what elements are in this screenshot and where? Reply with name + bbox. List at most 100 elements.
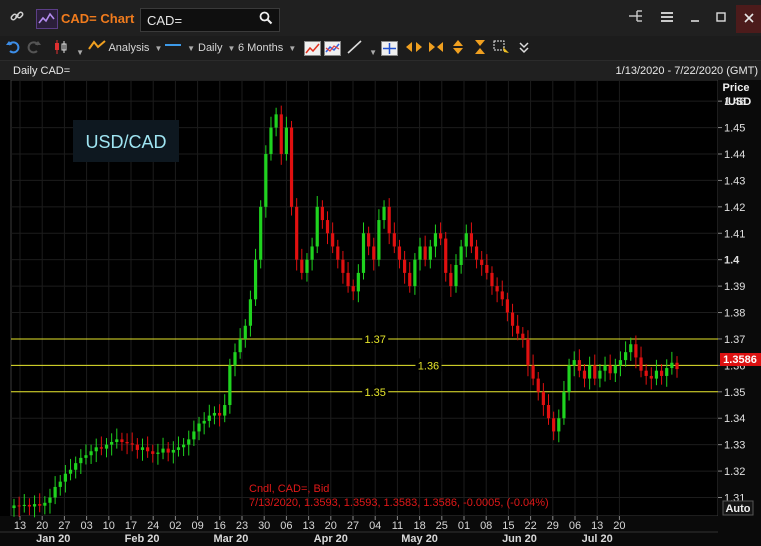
candle-body (392, 233, 396, 247)
x-tick-label: 22 (524, 520, 536, 532)
x-tick-label: 20 (36, 520, 48, 532)
close-icon[interactable] (736, 5, 761, 33)
price-chart[interactable]: 1.371.361.35 1.311.321.331.341.351.361.3… (0, 80, 761, 546)
candle-body (644, 370, 648, 376)
candle-body (259, 206, 263, 260)
range-select[interactable]: 6 Months ▼ (238, 39, 296, 57)
candle-body (253, 259, 258, 300)
y-tick-label: 1.43 (724, 175, 745, 187)
redo-icon[interactable] (26, 39, 42, 57)
x-tick-label: 18 (413, 520, 425, 532)
candle-body (12, 505, 16, 509)
undo-icon[interactable] (5, 39, 21, 57)
candle-body (387, 206, 391, 234)
candle-body (490, 272, 494, 287)
candle-body (115, 439, 119, 443)
candle-body (536, 378, 540, 392)
fit-horizontal-icon[interactable] (427, 39, 445, 57)
candle-body (315, 206, 319, 247)
candle-body (274, 114, 278, 128)
candle-body (603, 365, 607, 371)
y-tick-label: 1.35 (724, 387, 745, 399)
chart-instrument-label: Daily CAD= (13, 65, 71, 77)
interval-select[interactable]: Daily ▼ (198, 39, 235, 57)
candle-body (346, 272, 350, 287)
candle-body (341, 259, 345, 273)
y-tick-label: 1.33 (724, 440, 745, 452)
candle-body (74, 463, 78, 470)
chain-link-icon[interactable] (8, 8, 26, 28)
candle-body (135, 444, 139, 450)
candle-body (598, 370, 602, 379)
x-tick-label: 04 (369, 520, 381, 532)
candle-body (408, 272, 412, 287)
candle-body (397, 246, 402, 260)
candle-body (418, 246, 422, 260)
candle-body (351, 286, 355, 292)
x-tick-label: 29 (547, 520, 559, 532)
month-label: Mar 20 (213, 533, 248, 545)
candle-body (469, 233, 474, 247)
zoom-select-icon[interactable] (493, 39, 511, 57)
candle-body (665, 368, 669, 376)
candle-body (207, 415, 211, 421)
candle-body (336, 246, 340, 260)
x-tick-label: 13 (302, 520, 314, 532)
chart-date-range: 1/13/2020 - 7/22/2020 (GMT) (615, 65, 758, 77)
legend-series-label: Cndl, CAD=, Bid (249, 483, 329, 495)
line-style-menu[interactable]: ▼ (164, 39, 195, 57)
more-tools-icon[interactable] (518, 39, 530, 57)
candle-body (192, 431, 196, 440)
candle-body (331, 233, 335, 247)
x-tick-label: 13 (591, 520, 603, 532)
line-chart-icon[interactable] (304, 41, 321, 56)
candle-body (464, 233, 468, 247)
candle-body (367, 233, 371, 247)
minimize-icon[interactable] (682, 8, 708, 30)
month-label: Feb 20 (125, 533, 160, 545)
candle-body (84, 455, 88, 458)
fit-vertical-icon[interactable] (471, 39, 489, 57)
crosshair-icon[interactable] (381, 41, 398, 56)
candle-body (161, 448, 165, 453)
menu-icon[interactable] (654, 8, 680, 30)
candlestick-type-icon[interactable]: ▼ (53, 39, 84, 57)
candle-body (130, 443, 134, 445)
candle-body (27, 504, 32, 507)
candle-body (233, 352, 237, 366)
candle-body (22, 504, 26, 506)
candle-body (228, 365, 232, 406)
candle-body (634, 344, 638, 358)
chart-toolbar: ▼ Analysis ▼ ▼ Daily ▼ 6 Months ▼ ▼ (0, 36, 761, 61)
candle-body (505, 299, 509, 313)
candle-body (171, 449, 175, 453)
candle-body (182, 444, 186, 448)
scroll-up-down-icon[interactable] (449, 39, 467, 57)
maximize-icon[interactable] (708, 8, 734, 30)
draw-tools-menu[interactable]: ▼ (346, 39, 377, 57)
candle-body (572, 360, 576, 366)
candle-body (89, 451, 93, 456)
search-box[interactable] (140, 8, 280, 32)
candle-body (454, 264, 458, 287)
share-icon[interactable] (623, 8, 649, 30)
ric-search-input[interactable] (147, 12, 252, 28)
candle-body (48, 497, 52, 503)
candle-body (480, 259, 484, 265)
candle-body (248, 299, 253, 326)
x-tick-label: 27 (58, 520, 70, 532)
analysis-menu[interactable]: Analysis ▼ (88, 39, 162, 57)
candle-body (104, 444, 109, 449)
compare-chart-icon[interactable] (324, 41, 341, 56)
x-tick-label: 11 (392, 520, 403, 532)
month-label: Jun 20 (502, 533, 537, 545)
candle-body (546, 405, 551, 419)
search-icon[interactable] (259, 11, 273, 28)
legend-values: 7/13/2020, 1.3593, 1.3593, 1.3583, 1.358… (249, 497, 549, 509)
x-tick-label: 15 (502, 520, 514, 532)
x-tick-label: 10 (103, 520, 115, 532)
candle-body (197, 423, 201, 432)
scroll-left-right-icon[interactable] (405, 39, 423, 57)
candle-body (156, 452, 160, 454)
candle-body (428, 246, 432, 260)
